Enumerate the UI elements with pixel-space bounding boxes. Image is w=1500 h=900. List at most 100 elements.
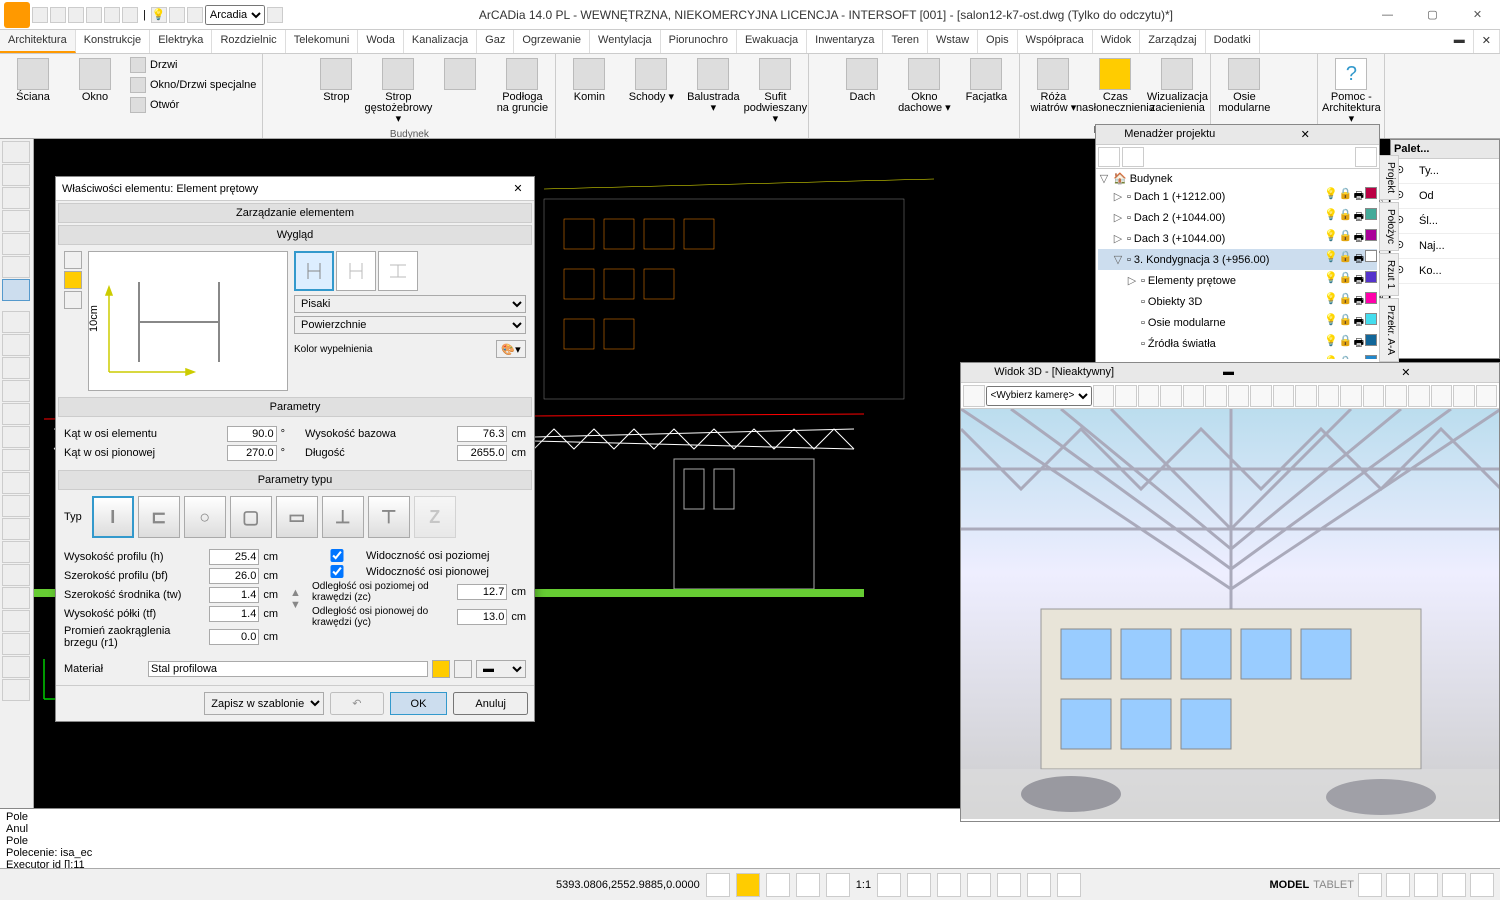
tab-rozdzielnic[interactable]: Rozdzielnic [212,30,285,53]
tab-elektryka[interactable]: Elektryka [150,30,212,53]
tree-row[interactable]: ▽▫3. Kondygnacja 3 (+956.00)💡🔒🖶 [1098,249,1377,270]
btn-podloga[interactable]: Podłoga na gruncie [493,56,551,116]
input-wys-baz[interactable] [457,426,507,442]
profile-type-t1[interactable]: ⊥ [322,496,364,538]
material-color-dropdown[interactable]: ▬ [476,660,526,678]
tool-icon[interactable] [2,279,30,301]
btn-strop[interactable]: Strop [307,56,365,105]
sb-icon[interactable] [796,873,820,897]
tab-ogrzewanie[interactable]: Ogrzewanie [514,30,590,53]
qat-new-icon[interactable] [32,7,48,23]
tab-gaz[interactable]: Gaz [477,30,514,53]
tree-row[interactable]: ▷▫Dach 1 (+1212.00)💡🔒🖶 [1098,186,1377,207]
sb-icon[interactable] [706,873,730,897]
tree-row[interactable]: ▷▫Dach 3 (+1044.00)💡🔒🖶 [1098,228,1377,249]
sb-icon[interactable] [1057,873,1081,897]
input-tw[interactable] [209,587,259,603]
sb-icon[interactable] [997,873,1021,897]
check-wid-poz[interactable] [312,549,362,562]
v3-tool-icon[interactable] [1385,385,1407,407]
small-icon[interactable] [287,73,303,89]
preview-mode-icon[interactable] [64,291,82,309]
tool-icon[interactable] [2,564,30,586]
v3-tool-icon[interactable] [1408,385,1430,407]
btn-balustrada[interactable]: Balustrada ▾ [684,56,742,116]
input-zc[interactable] [457,584,507,600]
tool-icon[interactable] [2,610,30,632]
tool-icon[interactable] [2,380,30,402]
input-tf[interactable] [209,606,259,622]
dialog-close-icon[interactable]: ✕ [508,182,528,195]
input-dlugosc[interactable] [457,445,507,461]
tab-piorunochro[interactable]: Piorunochro [661,30,737,53]
tree-row[interactable]: ▫Źródła światła💡🔒🖶 [1098,333,1377,354]
cancel-button[interactable]: Anuluj [453,692,528,715]
btn-komin[interactable]: Komin [560,56,618,105]
profile-type-rect[interactable]: ▭ [276,496,318,538]
tool-icon[interactable] [2,311,30,333]
tool-icon[interactable] [2,449,30,471]
v3-tool-icon[interactable] [1250,385,1272,407]
section-zarzadzanie[interactable]: Zarządzanie elementem [58,203,532,223]
pm-tool-icon[interactable] [1098,147,1120,167]
qat-save-icon[interactable] [68,7,84,23]
tab-kanalizacja[interactable]: Kanalizacja [404,30,477,53]
tool-icon[interactable] [2,334,30,356]
pm-close-icon[interactable]: ✕ [1238,128,1374,141]
tab-zarzadzaj[interactable]: Zarządzaj [1140,30,1205,53]
tab-teren[interactable]: Teren [883,30,928,53]
view-opt-3[interactable] [378,251,418,291]
v3-tool-icon[interactable] [963,385,985,407]
profile-type-c[interactable]: ⊏ [138,496,180,538]
sb-icon[interactable] [967,873,991,897]
small-icon[interactable] [813,90,829,106]
close-button[interactable]: ✕ [1455,1,1500,29]
small-icon[interactable] [1297,56,1313,72]
preview-mode-icon[interactable] [64,251,82,269]
btn-dach[interactable]: Dach [833,56,891,105]
qat-lock-icon[interactable] [187,7,203,23]
v3-tool-icon[interactable] [1228,385,1250,407]
tool-icon[interactable] [2,403,30,425]
btn-okno-dachowe[interactable]: Okno dachowe ▾ [895,56,953,116]
save-template-dropdown[interactable]: Zapisz w szablonie [204,692,324,715]
tree-row[interactable]: ▷▫Elementy użytkownika💡🔒🖶 [1098,354,1377,359]
tab-wentylacja[interactable]: Wentylacja [590,30,661,53]
dialog-titlebar[interactable]: Właściwości elementu: Element prętowy ✕ [56,177,534,201]
pal-item[interactable]: ⊙Ko... [1391,259,1499,284]
tool-icon[interactable] [2,141,30,163]
layer-dropdown[interactable]: Arcadia [205,5,265,25]
tool-icon[interactable] [2,233,30,255]
view3d-close-icon[interactable]: ✕ [1319,366,1493,379]
v3-tool-icon[interactable] [1363,385,1385,407]
section-wyglad[interactable]: Wygląd [58,225,532,245]
qat-snow-icon[interactable] [169,7,185,23]
qat-bulb-icon[interactable]: 💡 [151,7,167,23]
undo-button[interactable]: ↶ [330,692,383,715]
small-icon[interactable] [1277,90,1293,106]
v3-tool-icon[interactable] [1205,385,1227,407]
btn-facjatka[interactable]: Facjatka [957,56,1015,105]
sb-icon[interactable] [877,873,901,897]
small-icon[interactable] [267,90,283,106]
tool-icon[interactable] [2,426,30,448]
pal-item[interactable]: ⊙Ty... [1391,159,1499,184]
input-kat-el[interactable] [227,426,277,442]
profile-type-box[interactable]: ▢ [230,496,272,538]
small-icon[interactable] [287,56,303,72]
material-edit-icon[interactable] [454,660,472,678]
model-label[interactable]: MODEL [1270,879,1310,891]
small-icon[interactable] [267,73,283,89]
material-lib-icon[interactable] [432,660,450,678]
tool-icon[interactable] [2,518,30,540]
ribbon-minimize-icon[interactable]: ▬ [1446,30,1474,53]
view-opt-1[interactable] [294,251,334,291]
tab-inwentaryza[interactable]: Inwentaryza [807,30,883,53]
v3-tool-icon[interactable] [1340,385,1362,407]
sb-icon[interactable] [766,873,790,897]
side-tab[interactable]: Rzut 1 [1379,253,1399,296]
tab-wstaw[interactable]: Wstaw [928,30,978,53]
side-tab[interactable]: Przekr. A-A [1379,298,1399,362]
small-icon[interactable] [1277,73,1293,89]
v3-tool-icon[interactable] [1183,385,1205,407]
